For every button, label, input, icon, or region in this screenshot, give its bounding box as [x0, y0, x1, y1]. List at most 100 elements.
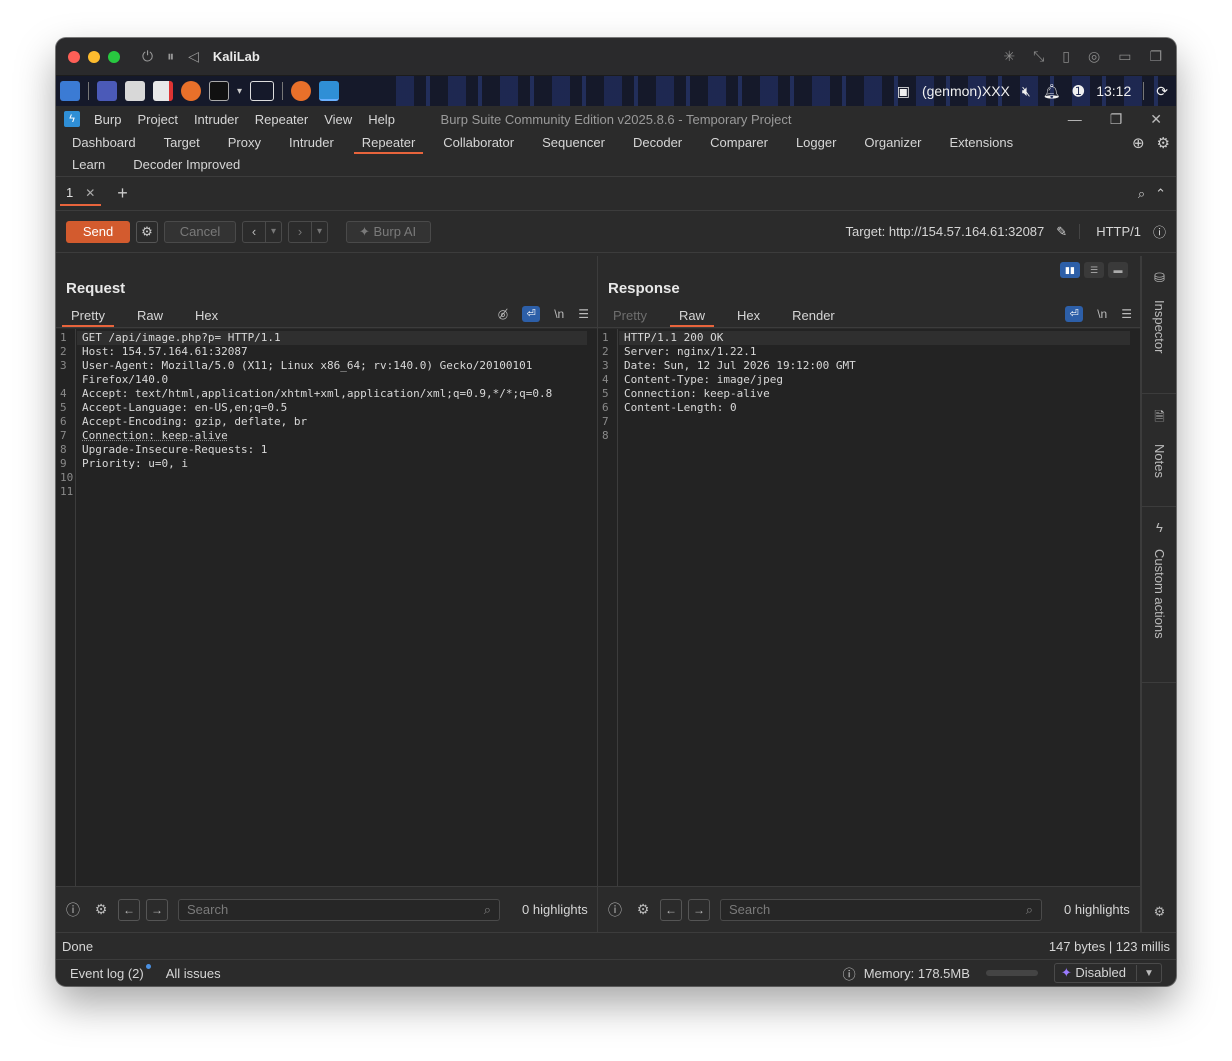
ai-toggle[interactable]: ✦ Disabled ▼ — [1053, 963, 1162, 983]
request-tab-raw[interactable]: Raw — [128, 306, 172, 327]
desktop-icon[interactable] — [97, 81, 117, 101]
tab-extensions[interactable]: Extensions — [942, 132, 1022, 154]
request-tab-hex[interactable]: Hex — [186, 306, 227, 327]
menu-project[interactable]: Project — [137, 112, 177, 127]
previous-match-icon[interactable]: ← — [660, 898, 682, 921]
response-tab-pretty[interactable]: Pretty — [604, 306, 656, 327]
menu-icon[interactable]: ☰ — [578, 307, 589, 321]
tab-sequencer[interactable]: Sequencer — [534, 132, 613, 154]
tab-learn[interactable]: Learn — [64, 154, 113, 176]
gear-icon[interactable]: ⚙ — [1157, 134, 1170, 152]
help-icon[interactable]: ⓘ — [62, 899, 84, 921]
history-back-dropdown-icon[interactable]: ▾ — [265, 221, 281, 242]
power-icon[interactable]: ⏻ — [142, 48, 153, 65]
firefox-icon[interactable] — [181, 81, 201, 101]
newline-icon[interactable]: \n — [1097, 307, 1107, 321]
gear-icon[interactable]: ⚙ — [632, 899, 654, 921]
pause-icon[interactable]: ⏸ — [167, 48, 174, 65]
response-editor[interactable]: 1 HTTP/1.1 200 OK 2 Server: nginx/1.22.1 3… — [598, 329, 1140, 886]
firefox-task-icon[interactable] — [291, 81, 312, 101]
menu-repeater[interactable]: Repeater — [255, 112, 308, 127]
next-match-icon[interactable]: → — [688, 898, 710, 921]
request-search-input[interactable]: Search ⌕ — [178, 898, 500, 921]
layout-side-by-side-icon[interactable]: ▮▮ — [1060, 262, 1080, 278]
update-icon[interactable]: ➊ — [1072, 83, 1084, 100]
restore-icon[interactable]: ❐ — [1110, 111, 1123, 128]
previous-match-icon[interactable]: ← — [118, 898, 140, 921]
word-wrap-icon[interactable]: ⏎ — [522, 306, 541, 322]
tab-repeater[interactable]: Repeater — [353, 132, 424, 154]
newline-icon[interactable]: \n — [554, 307, 564, 321]
response-tab-hex[interactable]: Hex — [728, 306, 769, 327]
disc-icon[interactable]: ◎ — [1088, 48, 1100, 65]
gear-icon[interactable]: ⚙ — [90, 899, 112, 921]
send-button[interactable]: Send — [66, 220, 130, 243]
close-tab-icon[interactable]: ✕ — [85, 186, 95, 200]
hide-nonprintable-icon[interactable]: ◎̸ — [498, 307, 508, 321]
protocol-label[interactable]: HTTP/1 — [1079, 224, 1141, 239]
event-log-link[interactable]: Event log (2) — [70, 963, 151, 981]
menu-burp[interactable]: Burp — [94, 112, 121, 127]
history-forward-icon[interactable]: › — [289, 222, 311, 242]
settings-button[interactable]: ⚙ — [136, 220, 158, 243]
sidebar-notes[interactable]: 🗎︎ Notes — [1142, 408, 1176, 478]
menu-intruder[interactable]: Intruder — [194, 112, 239, 127]
response-search-input[interactable]: Search ⌕ — [720, 898, 1042, 921]
history-back-icon[interactable]: ‹ — [243, 222, 265, 242]
edit-target-icon[interactable]: ✎ — [1056, 224, 1067, 240]
response-tab-raw[interactable]: Raw — [669, 306, 714, 327]
notification-icon[interactable]: 🔔︎ — [1043, 83, 1061, 100]
folder-icon[interactable]: ▭ — [1118, 48, 1131, 65]
search-tabs-icon[interactable]: ⌕ — [1138, 186, 1145, 202]
menu-help[interactable]: Help — [368, 112, 395, 127]
menu-icon[interactable]: ☰ — [1121, 307, 1132, 321]
text-editor-icon[interactable] — [153, 81, 173, 101]
workspace-icon[interactable] — [250, 81, 275, 101]
kali-menu-icon[interactable] — [60, 81, 80, 101]
burp-task-icon[interactable] — [319, 81, 340, 101]
resize-icon[interactable]: ⤡ — [1033, 48, 1044, 65]
history-forward-dropdown-icon[interactable]: ▾ — [311, 221, 327, 242]
tab-decoder[interactable]: Decoder — [625, 132, 690, 154]
close-window-button[interactable] — [68, 50, 80, 63]
tab-comparer[interactable]: Comparer — [702, 132, 776, 154]
minimize-window-button[interactable] — [88, 50, 100, 63]
menu-view[interactable]: View — [324, 112, 352, 127]
network-icon[interactable]: ▣ — [897, 83, 910, 100]
help-icon[interactable]: ⓘ — [1153, 222, 1166, 241]
layout-tabs-icon[interactable]: ▬ — [1108, 262, 1128, 278]
next-match-icon[interactable]: → — [146, 898, 168, 921]
tab-intruder[interactable]: Intruder — [281, 132, 342, 154]
chevron-down-icon[interactable]: ▼ — [1137, 968, 1161, 979]
minimize-icon[interactable]: — — [1068, 111, 1082, 128]
chevron-down-icon[interactable]: ▾ — [237, 86, 242, 97]
files-icon[interactable] — [125, 81, 145, 101]
all-issues-link[interactable]: All issues — [166, 966, 221, 981]
mute-icon[interactable]: 🔇︎ — [1022, 83, 1031, 100]
help-icon[interactable]: ⓘ — [604, 899, 626, 921]
usb-icon[interactable]: ▯ — [1062, 48, 1070, 65]
add-tab-icon[interactable]: + — [117, 183, 128, 204]
repeater-tab[interactable]: 1 ✕ — [60, 182, 102, 206]
response-tab-render[interactable]: Render — [783, 306, 844, 327]
cancel-button[interactable]: Cancel — [164, 220, 236, 243]
word-wrap-icon[interactable]: ⏎ — [1065, 306, 1084, 322]
terminal-icon[interactable] — [209, 81, 229, 101]
close-icon[interactable]: ✕ — [1150, 111, 1162, 128]
sidebar-inspector[interactable]: ⛁ Inspector — [1142, 270, 1176, 353]
tab-target[interactable]: Target — [156, 132, 208, 154]
tab-logger[interactable]: Logger — [788, 132, 844, 154]
layout-stacked-icon[interactable]: ☰ — [1084, 262, 1104, 278]
sidebar-settings[interactable]: ⚙ — [1142, 904, 1176, 920]
tab-proxy[interactable]: Proxy — [220, 132, 269, 154]
power-menu-icon[interactable]: ⟳ — [1156, 83, 1168, 100]
tab-collaborator[interactable]: Collaborator — [435, 132, 522, 154]
sidebar-custom-actions[interactable]: ϟ Custom actions — [1142, 520, 1176, 639]
globe-icon[interactable]: ⊕ — [1132, 134, 1145, 152]
burp-ai-button[interactable]: ✦ Burp AI — [346, 220, 432, 243]
zoom-window-button[interactable] — [108, 50, 120, 63]
back-icon[interactable]: ◁ — [188, 48, 199, 65]
tab-decoder-improved[interactable]: Decoder Improved — [125, 154, 248, 176]
chevron-up-icon[interactable]: ⌃ — [1155, 186, 1166, 202]
request-editor[interactable]: 1 GET /api/image.php?p= HTTP/1.1 2 Host: 1… — [56, 329, 597, 886]
